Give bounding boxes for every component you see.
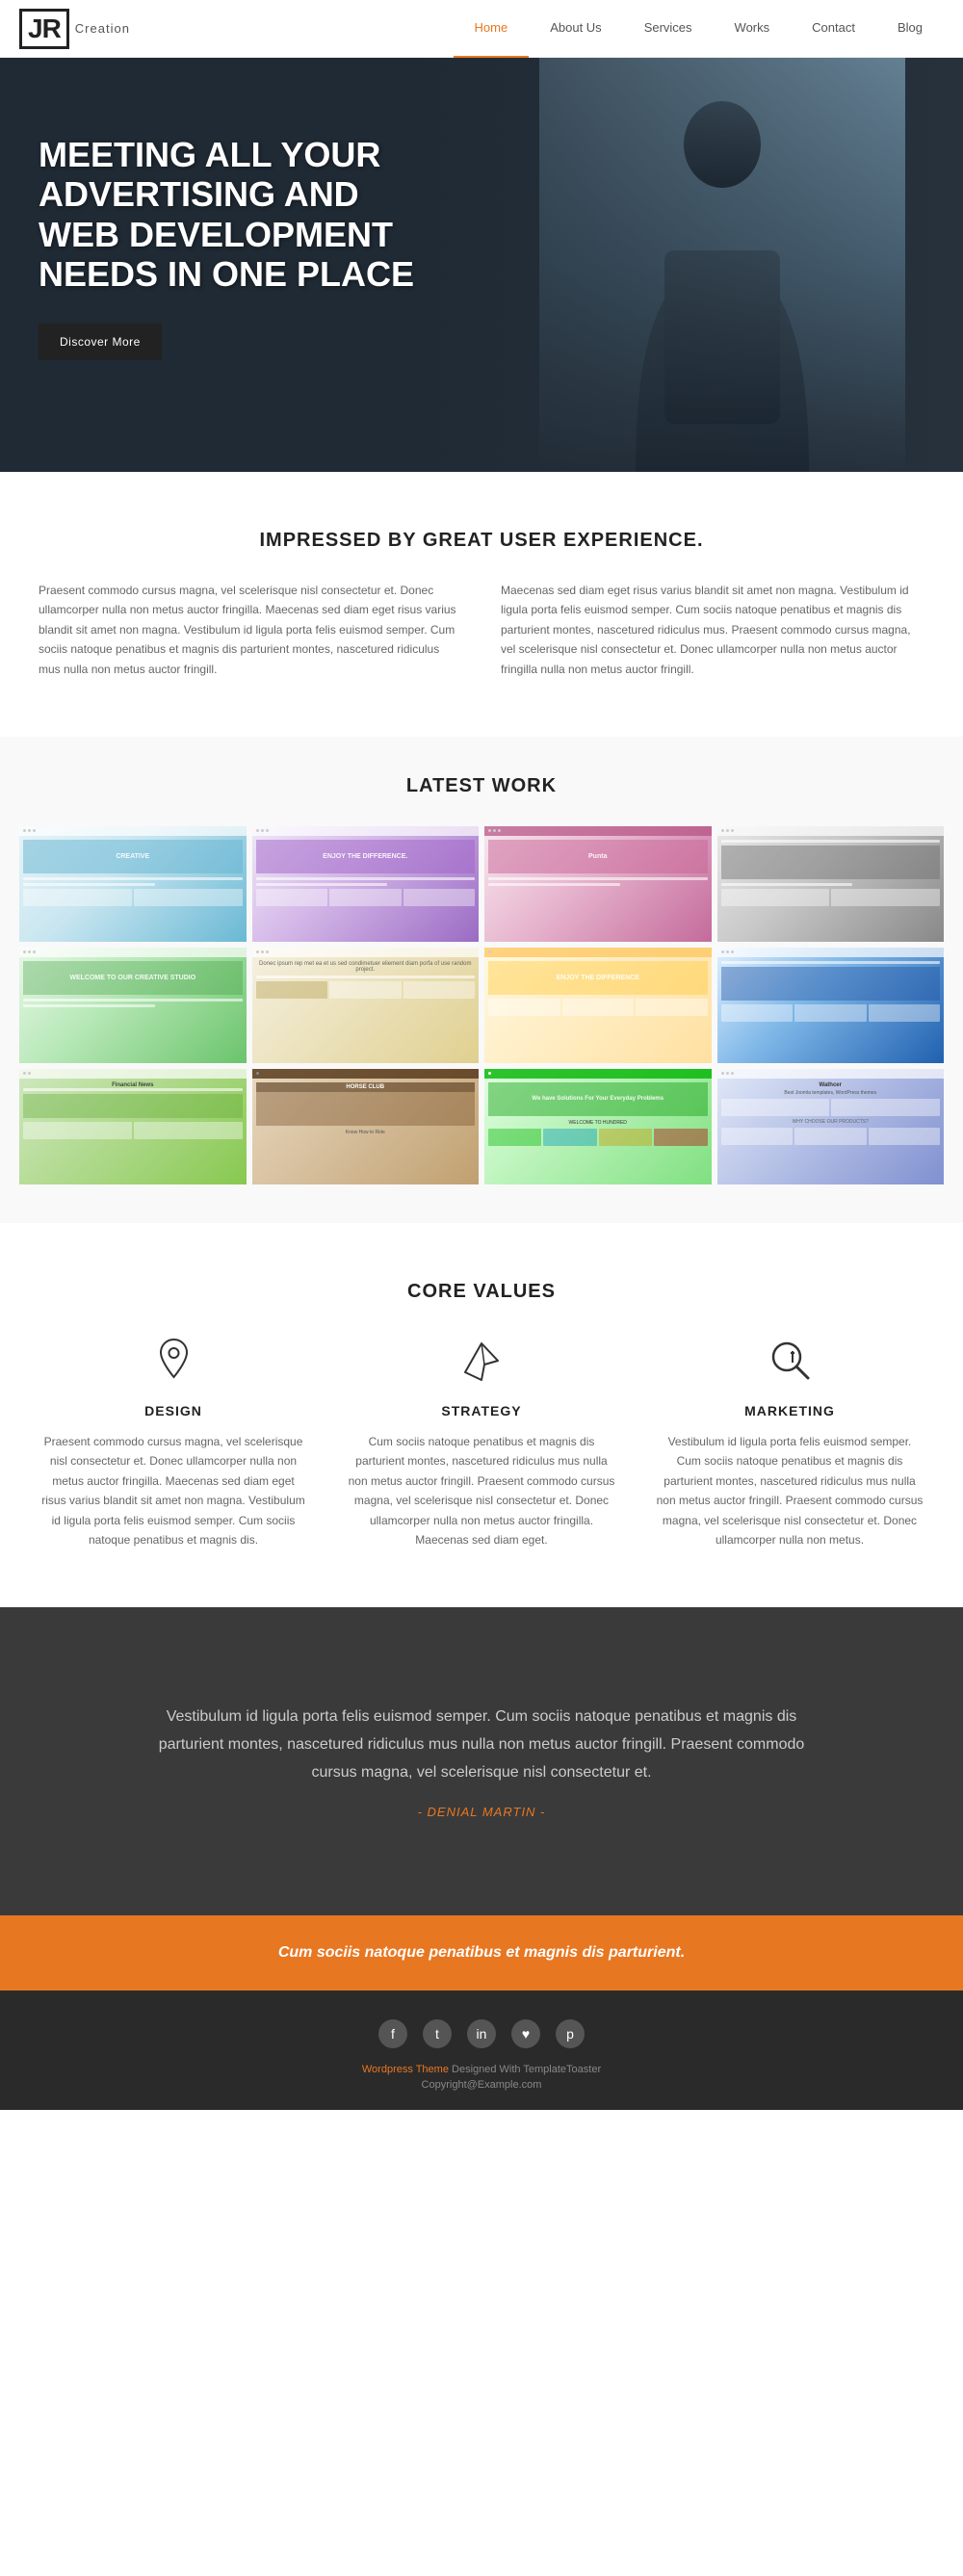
values-cols: DESIGN Praesent commodo cursus magna, ve… (39, 1332, 924, 1549)
navbar: JR Creation Home About Us Services Works… (0, 0, 963, 58)
work-item-3[interactable]: Punta (484, 826, 712, 942)
impressed-col-1: Praesent commodo cursus magna, vel scele… (39, 581, 462, 679)
logo-jr: JR (19, 9, 69, 49)
strategy-text: Cum sociis natoque penatibus et magnis d… (347, 1432, 616, 1549)
value-strategy: STRATEGY Cum sociis natoque penatibus et… (347, 1332, 616, 1549)
work-item-2[interactable]: ENJOY THE DIFFERENCE. (252, 826, 480, 942)
impressed-text-2: Maecenas sed diam eget risus varius blan… (501, 581, 924, 679)
work-item-5[interactable]: WELCOME TO OUR CREATIVE STUDIO (19, 948, 247, 1063)
work-item-8[interactable] (717, 948, 945, 1063)
footer-social: f t in ♥ p (39, 2019, 924, 2048)
social-pinterest[interactable]: p (556, 2019, 585, 2048)
social-rss[interactable]: ♥ (511, 2019, 540, 2048)
footer-credit-link[interactable]: Wordpress Theme (362, 2064, 449, 2075)
cta-section: Cum sociis natoque penatibus et magnis d… (0, 1915, 963, 1991)
nav-contact[interactable]: Contact (791, 0, 876, 58)
logo-area: JR Creation (19, 9, 130, 49)
work-item-4[interactable] (717, 826, 945, 942)
work-item-6[interactable]: Donec ipsum rep met ea et us sed condime… (252, 948, 480, 1063)
work-item-11[interactable]: We have Solutions For Your Everyday Prob… (484, 1069, 712, 1184)
logo-creation: Creation (75, 21, 130, 36)
value-marketing: MARKETING Vestibulum id ligula porta fel… (655, 1332, 924, 1549)
footer-credit-suffix: Designed With TemplateToaster (449, 2064, 601, 2075)
testimonial-text: Vestibulum id ligula porta felis euismod… (144, 1704, 819, 1786)
marketing-icon (761, 1332, 819, 1390)
discover-more-button[interactable]: Discover More (39, 324, 162, 360)
testimonial-author: - DENIAL MARTIN - (77, 1805, 886, 1819)
hero-title: MEETING ALL YOUR ADVERTISING AND WEB DEV… (39, 135, 424, 295)
nav-about[interactable]: About Us (529, 0, 622, 58)
strategy-icon (453, 1332, 510, 1390)
testimonial-section: Vestibulum id ligula porta felis euismod… (0, 1607, 963, 1914)
marketing-text: Vestibulum id ligula porta felis euismod… (655, 1432, 924, 1549)
value-design: DESIGN Praesent commodo cursus magna, ve… (39, 1332, 308, 1549)
work-item-12[interactable]: Wathcer Best Joomla templates, WordPress… (717, 1069, 945, 1184)
hero-content: MEETING ALL YOUR ADVERTISING AND WEB DEV… (0, 58, 462, 399)
hero-section: MEETING ALL YOUR ADVERTISING AND WEB DEV… (0, 58, 963, 472)
strategy-title: STRATEGY (347, 1403, 616, 1418)
impressed-cols: Praesent commodo cursus magna, vel scele… (39, 581, 924, 679)
work-item-7[interactable]: ENJOY THE DIFFERENCE (484, 948, 712, 1063)
work-grid: CREATIVE ENJOY THE DIFFERENCE. (19, 826, 944, 1184)
nav-services[interactable]: Services (623, 0, 714, 58)
impressed-col-2: Maecenas sed diam eget risus varius blan… (501, 581, 924, 679)
design-text: Praesent commodo cursus magna, vel scele… (39, 1432, 308, 1549)
cta-text: Cum sociis natoque penatibus et magnis d… (39, 1944, 924, 1962)
footer: f t in ♥ p Wordpress Theme Designed With… (0, 1991, 963, 2110)
work-item-9[interactable]: Financial News (19, 1069, 247, 1184)
impressed-text-1: Praesent commodo cursus magna, vel scele… (39, 581, 462, 679)
nav-home[interactable]: Home (454, 0, 530, 58)
footer-credit: Wordpress Theme Designed With TemplateTo… (39, 2064, 924, 2075)
design-title: DESIGN (39, 1403, 308, 1418)
design-icon (144, 1332, 202, 1390)
latest-work-section: LATEST WORK CREATIVE E (0, 737, 963, 1223)
footer-copyright: Copyright@Example.com (39, 2079, 924, 2091)
work-item-10[interactable]: HORSE CLUB Know How to Ride (252, 1069, 480, 1184)
nav-works[interactable]: Works (714, 0, 792, 58)
social-facebook[interactable]: f (378, 2019, 407, 2048)
latest-work-title: LATEST WORK (19, 775, 944, 797)
impressed-section: IMPRESSED BY GREAT USER EXPERIENCE. Prae… (0, 472, 963, 737)
core-values-section: CORE VALUES DESIGN Praesent commodo curs… (0, 1223, 963, 1607)
social-twitter[interactable]: t (423, 2019, 452, 2048)
social-linkedin[interactable]: in (467, 2019, 496, 2048)
impressed-title: IMPRESSED BY GREAT USER EXPERIENCE. (39, 530, 924, 552)
marketing-title: MARKETING (655, 1403, 924, 1418)
nav-links: Home About Us Services Works Contact Blo… (454, 0, 944, 58)
nav-blog[interactable]: Blog (876, 0, 944, 58)
core-values-title: CORE VALUES (39, 1281, 924, 1303)
work-item-1[interactable]: CREATIVE (19, 826, 247, 942)
